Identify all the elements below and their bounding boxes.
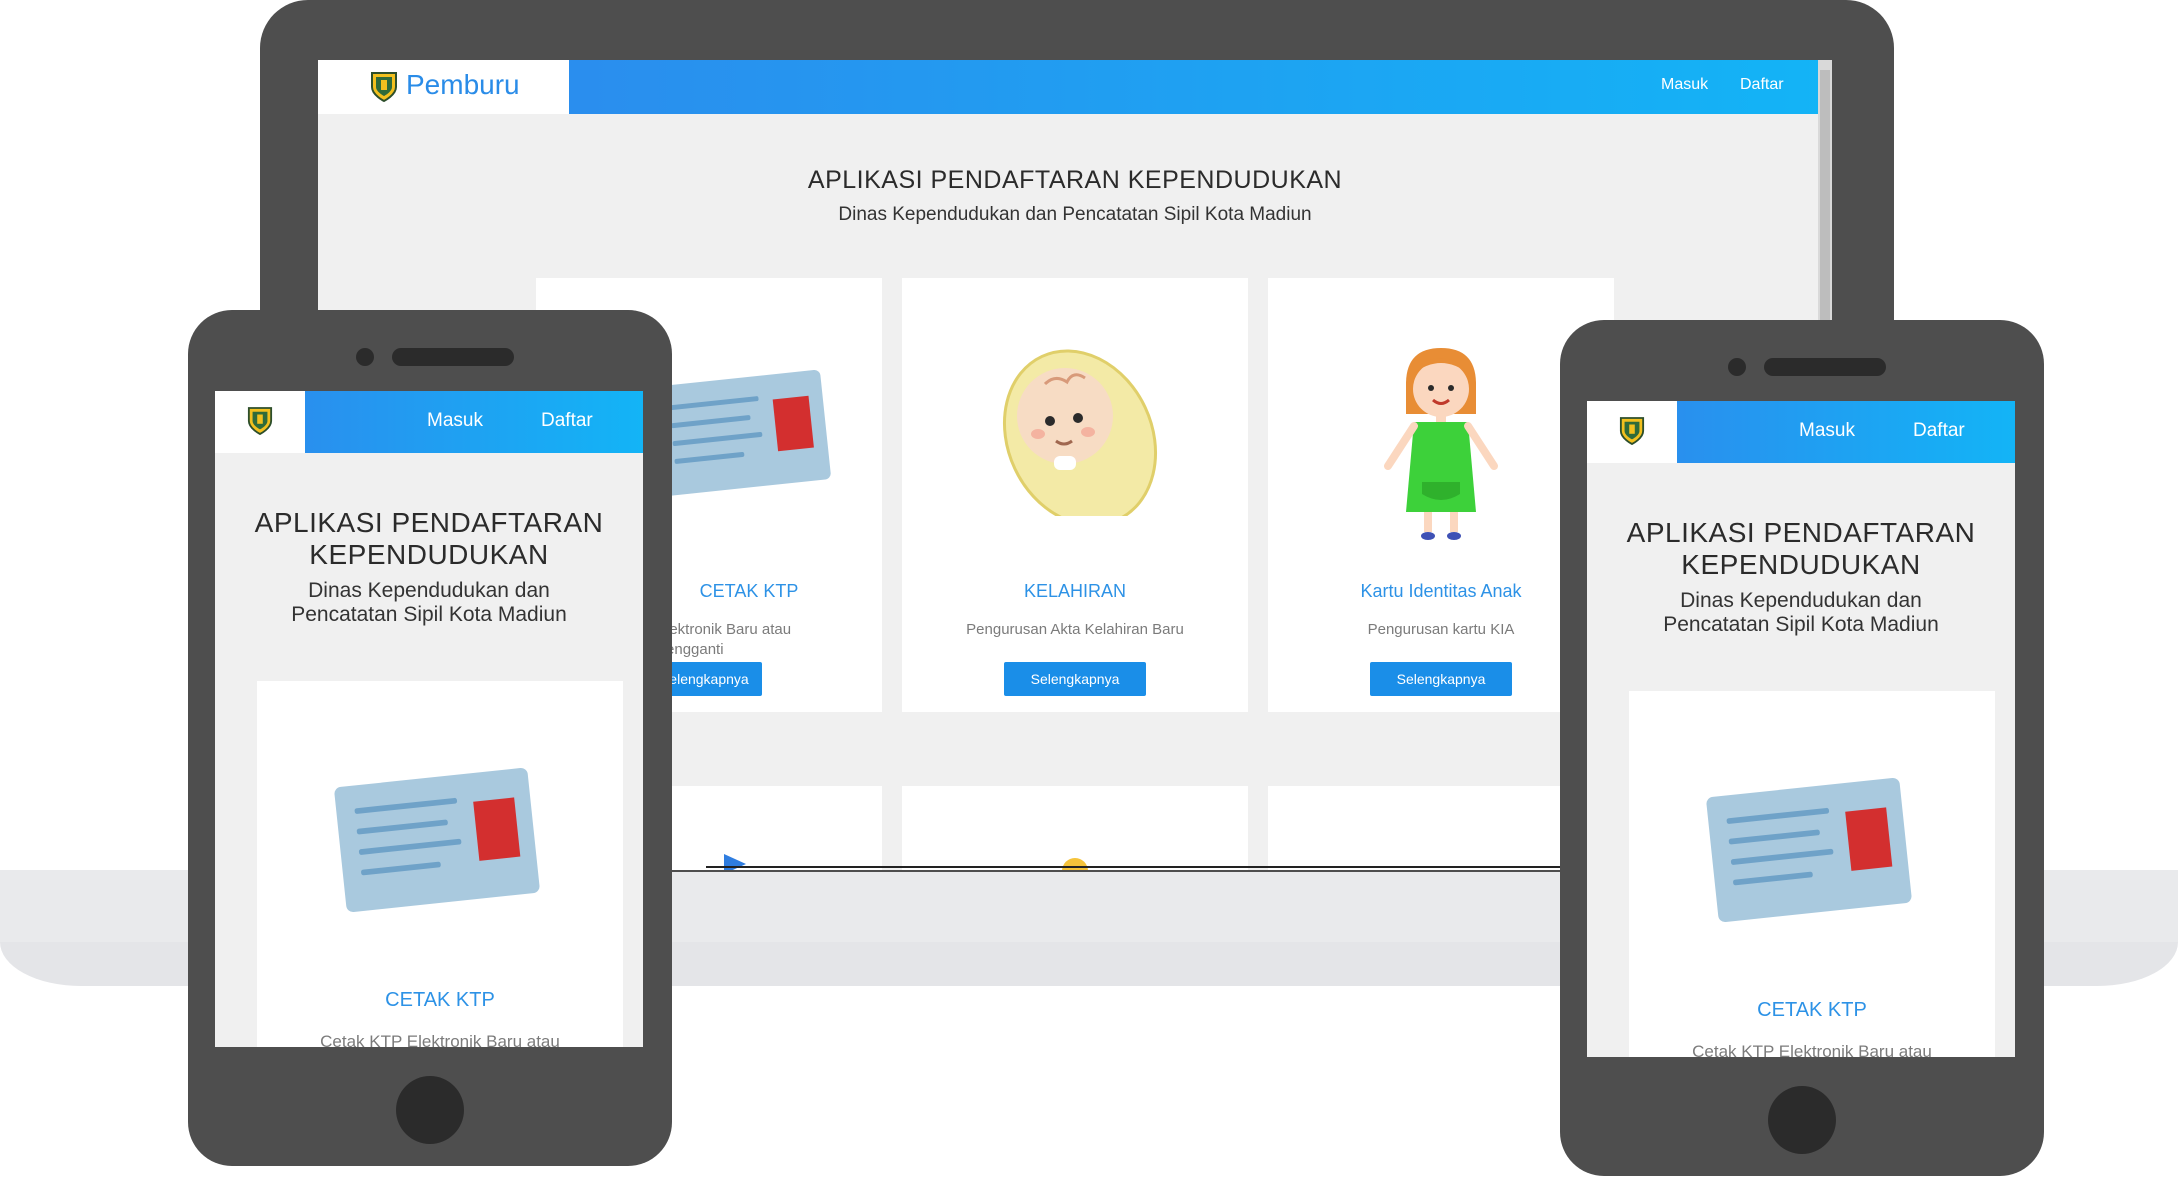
phone-camera (1728, 358, 1746, 376)
brand[interactable] (1587, 401, 1677, 463)
card-title: CETAK KTP (1757, 999, 1867, 1021)
phone-camera (356, 348, 374, 366)
nav-register-link[interactable]: Daftar (1913, 420, 1965, 442)
page-title: APLIKASI PENDAFTARAN KEPENDUDUKAN (807, 166, 1343, 194)
nav-register-link[interactable]: Daftar (1740, 76, 1784, 94)
nav-login-link[interactable]: Masuk (1661, 76, 1708, 94)
phone-home-button[interactable] (396, 1076, 464, 1144)
page-subtitle: Dinas Kependudukan dan Pencatatan Sipil … (838, 204, 1312, 225)
page-title-line2: KEPENDUDUKAN (309, 539, 549, 570)
nav-login-link[interactable]: Masuk (1799, 420, 1855, 442)
phone-speaker (1764, 358, 1886, 376)
card-title: CETAK KTP (385, 989, 495, 1011)
page-title-line1: APLIKASI PENDAFTARAN (254, 507, 604, 538)
brand[interactable]: Pemburu (318, 60, 569, 114)
page-title-line2: KEPENDUDUKAN (1681, 549, 1921, 580)
page-title-line1: APLIKASI PENDAFTARAN (1626, 517, 1976, 548)
card-button[interactable]: Selengkapnya (1370, 662, 1512, 696)
page-subtitle-line2: Pencatatan Sipil Kota Madiun (1663, 613, 1939, 636)
page-subtitle-line1: Dinas Kependudukan dan (308, 579, 550, 602)
child-icon (1384, 348, 1498, 540)
card-desc: Pengurusan Akta Kelahiran Baru (966, 621, 1184, 638)
brand-name: Pemburu (406, 69, 520, 100)
card-cetak-ktp: CETAK KTP Cetak KTP Elektronik Baru atau (1629, 691, 1995, 1057)
page-subtitle-line1: Dinas Kependudukan dan (1680, 589, 1922, 612)
brand[interactable] (215, 391, 305, 453)
page-subtitle-line2: Pencatatan Sipil Kota Madiun (291, 603, 567, 626)
id-card-icon (334, 768, 540, 912)
navbar: Masuk Daftar (1587, 401, 2015, 463)
phone-right-screen: Masuk Daftar APLIKASI PENDAFTARAN KEPEND… (1587, 401, 2015, 1057)
phone-home-button[interactable] (1768, 1086, 1836, 1154)
card-desc: Elektronik Baru atau Pengganti (656, 621, 792, 658)
card-cetak-ktp: CETAK KTP Cetak KTP Elektronik Baru atau (257, 681, 623, 1047)
card-kelahiran: KELAHIRAN Pengurusan Akta Kelahiran Baru… (902, 278, 1248, 712)
card-row2-2 (902, 786, 1248, 870)
navbar: Masuk Daftar (215, 391, 643, 453)
card-desc: Cetak KTP Elektronik Baru atau (320, 1032, 560, 1047)
id-card-icon (1706, 778, 1912, 922)
phone-left-screen: Masuk Daftar APLIKASI PENDAFTARAN KEPEND… (215, 391, 643, 1047)
phone-right: Masuk Daftar APLIKASI PENDAFTARAN KEPEND… (1560, 320, 2044, 1176)
baby-icon (1002, 349, 1158, 516)
phone-speaker (392, 348, 514, 366)
phone-left: Masuk Daftar APLIKASI PENDAFTARAN KEPEND… (188, 310, 672, 1166)
city-emblem-icon (247, 407, 273, 436)
card-title: KELAHIRAN (1023, 581, 1127, 601)
nav-register-link[interactable]: Daftar (541, 410, 593, 432)
card-button[interactable]: Selengkapnya (1004, 662, 1146, 696)
city-emblem-icon (371, 72, 397, 103)
city-emblem-icon (1619, 417, 1645, 446)
card-desc: Pengurusan kartu KIA (1367, 621, 1515, 638)
nav-login-link[interactable]: Masuk (427, 410, 483, 432)
navbar: Pemburu Masuk Daftar (318, 60, 1832, 114)
card-desc: Cetak KTP Elektronik Baru atau (1692, 1042, 1932, 1057)
